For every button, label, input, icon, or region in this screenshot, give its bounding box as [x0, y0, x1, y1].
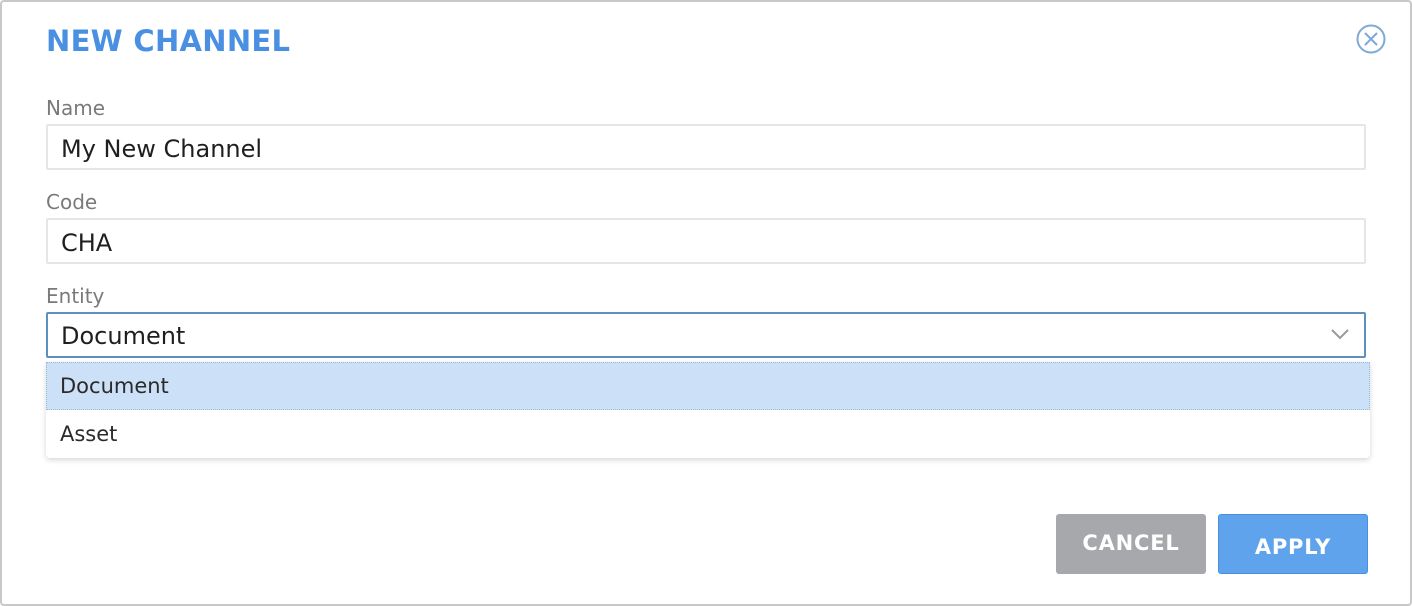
close-circle-icon — [1356, 24, 1386, 54]
close-button[interactable] — [1356, 24, 1386, 54]
dialog-title: NEW CHANNEL — [46, 24, 291, 58]
chevron-down-icon — [1331, 329, 1349, 340]
entity-option-document[interactable]: Document — [46, 362, 1370, 410]
entity-dropdown-menu: Document Asset — [46, 362, 1370, 458]
name-label: Name — [46, 96, 106, 120]
apply-button[interactable]: APPLY — [1218, 514, 1368, 574]
name-value: My New Channel — [61, 135, 263, 163]
code-value: CHA — [61, 229, 113, 257]
entity-label: Entity — [46, 284, 105, 308]
code-field[interactable]: CHA — [46, 218, 1366, 264]
entity-selected-value: Document — [61, 322, 186, 350]
name-field[interactable]: My New Channel — [46, 124, 1366, 170]
cancel-button[interactable]: CANCEL — [1056, 514, 1206, 574]
entity-select[interactable]: Document — [46, 312, 1366, 358]
code-label: Code — [46, 190, 98, 214]
entity-option-asset[interactable]: Asset — [46, 410, 1370, 458]
new-channel-dialog: NEW CHANNEL Name My New Channel Code CHA… — [0, 0, 1412, 606]
